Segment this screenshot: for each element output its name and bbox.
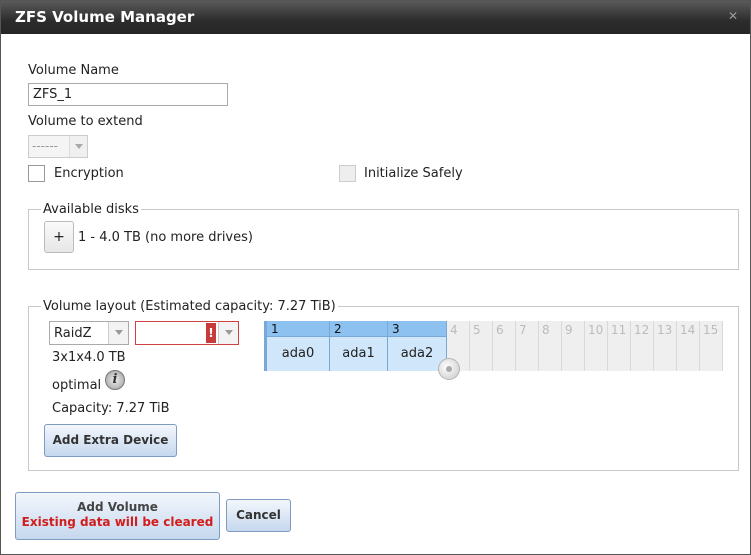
volume-to-extend-select[interactable]: ------ — [28, 135, 88, 158]
add-extra-device-button[interactable]: Add Extra Device — [44, 424, 177, 457]
raid-type-select[interactable]: RaidZ — [49, 321, 129, 345]
layout-status-text: optimal — [52, 378, 102, 393]
encryption-label: Encryption — [54, 166, 124, 181]
column-number: 6 — [496, 323, 504, 337]
available-disks-legend: Available disks — [43, 202, 139, 217]
add-volume-warning: Existing data will be cleared — [21, 515, 214, 529]
initialize-safely-checkbox[interactable] — [339, 165, 356, 182]
grid-empty-column: 7 — [516, 321, 539, 371]
volume-name-input[interactable] — [28, 83, 228, 106]
column-number: 2 — [334, 322, 342, 336]
column-number: 13 — [657, 323, 673, 337]
add-volume-label: Add Volume — [77, 500, 158, 514]
available-disks-summary: 1 - 4.0 TB (no more drives) — [78, 230, 253, 245]
info-icon[interactable]: i — [105, 370, 125, 390]
chevron-down-icon — [69, 136, 87, 157]
column-number: 1 — [271, 322, 279, 336]
dialog-titlebar[interactable]: ZFS Volume Manager ✕ — [1, 1, 750, 34]
grid-left-border — [264, 321, 267, 371]
grid-empty-column: 13 — [654, 321, 677, 371]
layout-capacity-text: Capacity: 7.27 TiB — [52, 401, 170, 416]
cancel-button[interactable]: Cancel — [226, 499, 291, 532]
encryption-checkbox[interactable] — [28, 165, 45, 182]
grid-column-1[interactable]: 1 ada0 — [267, 321, 330, 371]
grid-column-2[interactable]: 2 ada1 — [330, 321, 388, 371]
disk-label: ada0 — [281, 346, 315, 361]
column-number: 7 — [519, 323, 527, 337]
column-number: 5 — [473, 323, 481, 337]
volume-to-extend-label: Volume to extend — [28, 114, 143, 129]
dialog-title: ZFS Volume Manager — [15, 8, 195, 26]
layout-config-text: 3x1x4.0 TB — [52, 350, 126, 365]
close-x-icon[interactable]: ✕ — [726, 9, 740, 23]
grid-empty-column: 14 — [677, 321, 700, 371]
volume-layout-legend: Volume layout (Estimated capacity: 7.27 … — [43, 299, 336, 314]
grid-empty-column: 9 — [562, 321, 585, 371]
add-volume-button[interactable]: Add Volume Existing data will be cleared — [15, 492, 220, 540]
column-number: 12 — [634, 323, 650, 337]
column-number: 8 — [542, 323, 550, 337]
add-disk-button[interactable]: + — [44, 221, 74, 253]
volume-to-extend-value: ------ — [32, 139, 58, 153]
column-number: 14 — [680, 323, 696, 337]
chevron-down-icon — [108, 322, 128, 344]
chevron-down-icon — [218, 322, 238, 344]
initialize-safely-label: Initialize Safely — [364, 166, 463, 181]
column-number: 11 — [611, 323, 627, 337]
disk-layout-grid[interactable]: 1 ada0 2 ada1 3 ada2 4 5 6 7 8 9 10 11 1… — [264, 321, 723, 371]
column-number: 3 — [392, 322, 400, 336]
resize-handle-icon[interactable] — [438, 358, 460, 380]
grid-empty-column: 6 — [493, 321, 516, 371]
column-number: 10 — [588, 323, 604, 337]
disk-label: ada1 — [342, 346, 375, 361]
grid-empty-column: 11 — [608, 321, 631, 371]
grid-empty-column: 5 — [470, 321, 493, 371]
grid-empty-column: 15 — [700, 321, 723, 371]
raid-type-value: RaidZ — [54, 326, 92, 341]
disk-label: ada2 — [400, 346, 434, 361]
layout-option-select[interactable]: ! — [135, 321, 239, 345]
column-number: 9 — [565, 323, 573, 337]
volume-name-label: Volume Name — [28, 63, 119, 78]
zfs-volume-manager-dialog: ZFS Volume Manager ✕ Volume Name Volume … — [0, 0, 751, 555]
column-number: 15 — [703, 323, 719, 337]
grid-empty-column: 10 — [585, 321, 608, 371]
error-icon: ! — [206, 323, 216, 343]
column-number: 4 — [450, 323, 458, 337]
grid-empty-column: 8 — [539, 321, 562, 371]
grid-empty-column: 12 — [631, 321, 654, 371]
